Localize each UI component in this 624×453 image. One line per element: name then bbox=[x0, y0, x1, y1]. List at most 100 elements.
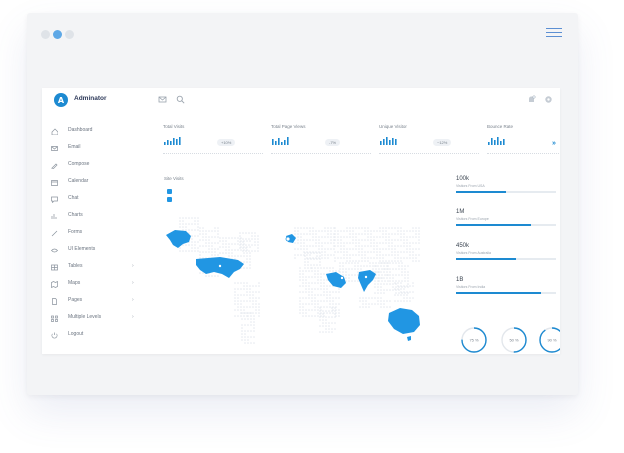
progress-gauge: 90 % bbox=[539, 327, 560, 353]
map-marker[interactable] bbox=[363, 275, 368, 280]
map-land-dot bbox=[314, 300, 316, 302]
map-region-india[interactable] bbox=[358, 270, 376, 292]
map-land-dot bbox=[364, 227, 366, 229]
map-land-dot bbox=[251, 238, 253, 240]
map-land-dot bbox=[294, 257, 296, 259]
map-land-dot bbox=[312, 239, 314, 241]
sidebar-item-tables[interactable]: Tables › bbox=[42, 260, 142, 277]
map-land-dot bbox=[388, 233, 390, 235]
map-land-dot bbox=[317, 279, 319, 281]
map-land-dot bbox=[331, 331, 333, 333]
map-land-dot bbox=[333, 254, 335, 256]
map-land-dot bbox=[400, 233, 402, 235]
map-land-dot bbox=[234, 249, 236, 251]
map-land-dot bbox=[377, 300, 379, 302]
map-land-dot bbox=[374, 303, 376, 305]
map-land-dot bbox=[418, 227, 420, 229]
map-land-dot bbox=[242, 232, 244, 234]
sidebar-item-compose[interactable]: Compose bbox=[42, 158, 142, 175]
map-land-dot bbox=[382, 242, 384, 244]
notification-icon[interactable] bbox=[527, 95, 536, 104]
map-land-dot bbox=[380, 265, 382, 267]
map-land-dot bbox=[323, 294, 325, 296]
map-land-dot bbox=[404, 277, 406, 279]
map-land-dot bbox=[199, 233, 201, 235]
sidebar-item-maps[interactable]: Maps › bbox=[42, 277, 142, 294]
map-land-dot bbox=[338, 303, 340, 305]
map-region-alaska[interactable] bbox=[166, 230, 191, 248]
map-marker[interactable] bbox=[218, 264, 223, 269]
map-land-dot bbox=[403, 291, 405, 293]
map-land-dot bbox=[306, 227, 308, 229]
sidebar-item-charts[interactable]: Charts bbox=[42, 209, 142, 226]
sidebar-item-logout[interactable]: Logout bbox=[42, 328, 142, 345]
map-land-dot bbox=[202, 233, 204, 235]
map-marker[interactable] bbox=[339, 276, 344, 281]
map-marker[interactable] bbox=[285, 236, 291, 242]
map-land-dot bbox=[340, 236, 342, 238]
map-land-dot bbox=[386, 306, 388, 308]
map-land-dot bbox=[319, 264, 321, 266]
progress-track bbox=[456, 292, 556, 294]
map-land-dot bbox=[314, 315, 316, 317]
map-land-dot bbox=[409, 245, 411, 247]
sidebar-item-dashboard[interactable]: Dashboard bbox=[42, 124, 142, 141]
map-land-dot bbox=[234, 243, 236, 245]
map-land-dot bbox=[320, 273, 322, 275]
sidebar-item-label: Pages bbox=[68, 297, 83, 303]
sidebar-item-ui-elements[interactable]: UI Elements bbox=[42, 243, 142, 260]
map-land-dot bbox=[202, 272, 204, 274]
map-land-dot bbox=[199, 254, 201, 256]
map-land-dot bbox=[367, 227, 369, 229]
map-land-dot bbox=[334, 230, 336, 232]
email-icon[interactable] bbox=[158, 95, 167, 104]
more-stats-button[interactable]: » bbox=[552, 140, 556, 147]
map-land-dot bbox=[377, 271, 379, 273]
map-land-dot bbox=[307, 261, 309, 263]
map-land-dot bbox=[246, 288, 248, 290]
map-land-dot bbox=[382, 233, 384, 235]
progress-fill bbox=[456, 224, 531, 226]
map-land-dot bbox=[239, 244, 241, 246]
map-land-dot bbox=[339, 265, 341, 267]
map-land-dot bbox=[360, 265, 362, 267]
sidebar-item-chat[interactable]: Chat bbox=[42, 192, 142, 209]
map-land-dot bbox=[211, 236, 213, 238]
menu-icon[interactable] bbox=[546, 28, 562, 38]
map-land-dot bbox=[307, 252, 309, 254]
window-dot-minimize[interactable] bbox=[53, 30, 62, 39]
settings-icon[interactable] bbox=[544, 95, 553, 104]
visitor-stat-value: 1M bbox=[456, 209, 465, 215]
sidebar-item-calendar[interactable]: Calendar bbox=[42, 175, 142, 192]
map-land-dot bbox=[326, 279, 328, 281]
search-icon[interactable] bbox=[176, 95, 185, 104]
sidebar-item-pages[interactable]: Pages › bbox=[42, 294, 142, 311]
map-region-australia[interactable] bbox=[388, 308, 420, 334]
map-land-dot bbox=[366, 265, 368, 267]
logo-icon[interactable]: A bbox=[54, 92, 68, 108]
map-land-dot bbox=[182, 226, 184, 228]
map-land-dot bbox=[250, 315, 252, 317]
sidebar-item-email[interactable]: Email bbox=[42, 141, 142, 158]
map-land-dot bbox=[326, 288, 328, 290]
map-land-dot bbox=[343, 251, 345, 253]
map-land-dot bbox=[418, 260, 420, 262]
map-land-dot bbox=[370, 236, 372, 238]
sidebar-item-multiple-levels[interactable]: Multiple Levels › bbox=[42, 311, 142, 328]
map-land-dot bbox=[388, 248, 390, 250]
map-land-dot bbox=[302, 303, 304, 305]
map-land-dot bbox=[401, 274, 403, 276]
map-land-dot bbox=[249, 258, 251, 260]
world-map[interactable] bbox=[160, 208, 442, 354]
sidebar-item-forms[interactable]: Forms bbox=[42, 226, 142, 243]
map-land-dot bbox=[364, 239, 366, 241]
map-land-dot bbox=[311, 282, 313, 284]
map-region-tasmania[interactable] bbox=[407, 336, 411, 341]
map-land-dot bbox=[320, 294, 322, 296]
map-land-dot bbox=[403, 297, 405, 299]
map-land-dot bbox=[337, 239, 339, 241]
window-dot-close[interactable] bbox=[41, 30, 50, 39]
map-land-dot bbox=[407, 283, 409, 285]
map-land-dot bbox=[179, 226, 181, 228]
window-dot-maximize[interactable] bbox=[65, 30, 74, 39]
